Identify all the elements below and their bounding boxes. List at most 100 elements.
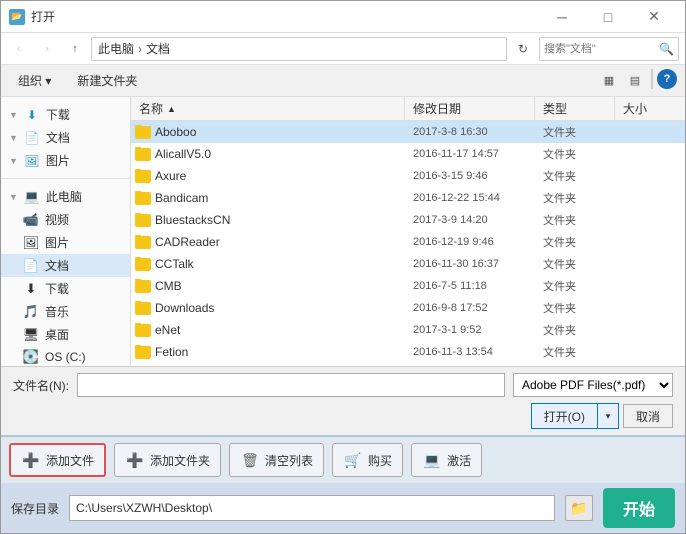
sidebar-item-documents[interactable]: 📄 文档: [1, 254, 130, 277]
file-date: 2016-11-17 14:57: [405, 148, 535, 160]
sidebar-item-downloads[interactable]: ⬇ 下载: [1, 277, 130, 300]
file-date: 2016-11-3 13:54: [405, 346, 535, 358]
main-area: ▼ ⬇ 下载 ▼ 📄 文档 ▼ 🖼 图片 ▼: [1, 97, 685, 366]
file-name: CCTalk: [155, 257, 194, 271]
computer-icon: 💻: [24, 189, 40, 205]
col-header-name[interactable]: 名称 ▲: [131, 97, 405, 120]
up-button[interactable]: ↑: [63, 37, 87, 61]
sidebar-item-this-pc[interactable]: ▼ 💻 此电脑: [1, 185, 130, 208]
cancel-button[interactable]: 取消: [623, 404, 673, 428]
title-bar: 📂 打开 ─ □ ✕: [1, 1, 685, 33]
file-type: 文件夹: [535, 168, 615, 184]
table-row[interactable]: Downloads2016-9-8 17:52文件夹: [131, 297, 685, 319]
sidebar-item-downloads-quick[interactable]: ▼ ⬇ 下载: [1, 103, 130, 126]
add-folder-icon: ➕: [125, 450, 145, 470]
file-type: 文件夹: [535, 344, 615, 360]
table-row[interactable]: Fetion2016-11-3 13:54文件夹: [131, 341, 685, 363]
table-row[interactable]: AlicallV5.02016-11-17 14:57文件夹: [131, 143, 685, 165]
save-label: 保存目录: [11, 500, 59, 517]
sidebar-item-label: 图片: [46, 152, 70, 169]
table-row[interactable]: CMB2016-7-5 11:18文件夹: [131, 275, 685, 297]
custom-toolbar: ➕ 添加文件 ➕ 添加文件夹 🗑 清空列表 🛒 购买 💻 激活: [1, 435, 685, 483]
activate-label: 激活: [447, 452, 471, 469]
sidebar-item-documents-quick[interactable]: ▼ 📄 文档: [1, 126, 130, 149]
sidebar-item-os-c[interactable]: 💽 OS (C:): [1, 346, 130, 366]
forward-button[interactable]: ›: [35, 37, 59, 61]
sidebar-this-pc: ▼ 💻 此电脑 📹 视频 🖼 图片 📄 文档 ⬇: [1, 183, 130, 366]
add-file-button[interactable]: ➕ 添加文件: [9, 443, 106, 477]
sidebar-item-desktop[interactable]: 🖥 桌面: [1, 323, 130, 346]
col-header-date[interactable]: 修改日期: [405, 97, 535, 120]
search-input[interactable]: [544, 43, 655, 55]
navigation-bar: ‹ › ↑ 此电脑 › 文档 ↻ 🔍: [1, 33, 685, 65]
filetype-select[interactable]: Adobe PDF Files(*.pdf): [513, 373, 673, 397]
minimize-button[interactable]: ─: [539, 1, 585, 33]
col-header-type[interactable]: 类型: [535, 97, 615, 120]
maximize-button[interactable]: □: [585, 1, 631, 33]
file-date: 2016-3-15 9:46: [405, 170, 535, 182]
pictures-icon: 🖼: [23, 235, 39, 251]
new-folder-button[interactable]: 新建文件夹: [68, 69, 146, 93]
picture-icon: 🖼: [24, 153, 40, 169]
grid-view-button[interactable]: ▦: [597, 69, 621, 93]
open-dropdown-button[interactable]: ▾: [598, 404, 618, 428]
file-name-cell: CMB: [131, 279, 405, 293]
sidebar-item-pictures[interactable]: 🖼 图片: [1, 231, 130, 254]
file-type: 文件夹: [535, 234, 615, 250]
file-type: 文件夹: [535, 256, 615, 272]
desktop-icon: 🖥: [23, 327, 39, 343]
file-type: 文件夹: [535, 190, 615, 206]
file-name: Aboboo: [155, 125, 196, 139]
file-name: Bandicam: [155, 191, 208, 205]
file-date: 2016-12-22 15:44: [405, 192, 535, 204]
table-row[interactable]: Bandicam 2016-12-22 15:44文件夹: [131, 187, 685, 209]
details-view-button[interactable]: ▤: [623, 69, 647, 93]
save-path-input[interactable]: [69, 495, 555, 521]
add-folder-label: 添加文件夹: [150, 452, 210, 469]
activate-button[interactable]: 💻 激活: [411, 443, 482, 477]
table-row[interactable]: BluestacksCN2017-3-9 14:20文件夹: [131, 209, 685, 231]
view-buttons: ▦ ▤ ?: [597, 69, 677, 93]
sidebar-item-pictures-quick[interactable]: ▼ 🖼 图片: [1, 149, 130, 172]
table-row[interactable]: CADReader2016-12-19 9:46文件夹: [131, 231, 685, 253]
filename-input[interactable]: [77, 373, 505, 397]
open-button[interactable]: 打开(O): [532, 404, 598, 428]
organize-button[interactable]: 组织 ▾: [9, 69, 60, 93]
collapse-arrow-icon: ▼: [9, 192, 18, 202]
file-name-cell: AlicallV5.0: [131, 147, 405, 161]
breadcrumb[interactable]: 此电脑 › 文档: [91, 37, 507, 61]
buy-button[interactable]: 🛒 购买: [332, 443, 403, 477]
folder-icon: [135, 214, 151, 227]
file-name-cell: CCTalk: [131, 257, 405, 271]
search-bar[interactable]: 🔍: [539, 37, 679, 61]
col-header-size[interactable]: 大小: [615, 97, 685, 120]
file-name-cell: Aboboo: [131, 125, 405, 139]
browse-folder-button[interactable]: 📁: [565, 495, 593, 521]
start-button[interactable]: 开始: [603, 488, 675, 528]
table-row[interactable]: CCTalk2016-11-30 16:37文件夹: [131, 253, 685, 275]
file-date: 2017-3-9 14:20: [405, 214, 535, 226]
file-type: 文件夹: [535, 124, 615, 140]
expand-arrow-icon: ▼: [9, 110, 18, 120]
table-row[interactable]: eNet2017-3-1 9:52文件夹: [131, 319, 685, 341]
sidebar-item-music[interactable]: 🎵 音乐: [1, 300, 130, 323]
sidebar-item-video[interactable]: 📹 视频: [1, 208, 130, 231]
folder-icon: [135, 192, 151, 205]
documents-icon: 📄: [23, 258, 39, 274]
refresh-button[interactable]: ↻: [511, 37, 535, 61]
back-button[interactable]: ‹: [7, 37, 31, 61]
col-header-date-label: 修改日期: [413, 100, 461, 117]
help-button[interactable]: ?: [657, 69, 677, 89]
table-row[interactable]: Axure2016-3-15 9:46文件夹: [131, 165, 685, 187]
file-date: 2016-9-8 17:52: [405, 302, 535, 314]
close-button[interactable]: ✕: [631, 1, 677, 33]
music-icon: 🎵: [23, 304, 39, 320]
clear-list-button[interactable]: 🗑 清空列表: [229, 443, 324, 477]
add-folder-button[interactable]: ➕ 添加文件夹: [114, 443, 221, 477]
table-row[interactable]: Aboboo2017-3-8 16:30文件夹: [131, 121, 685, 143]
toolbar-divider: [651, 69, 653, 89]
file-type: 文件夹: [535, 212, 615, 228]
file-name: CMB: [155, 279, 182, 293]
folder-icon: [135, 148, 151, 161]
folder-icon: [135, 324, 151, 337]
